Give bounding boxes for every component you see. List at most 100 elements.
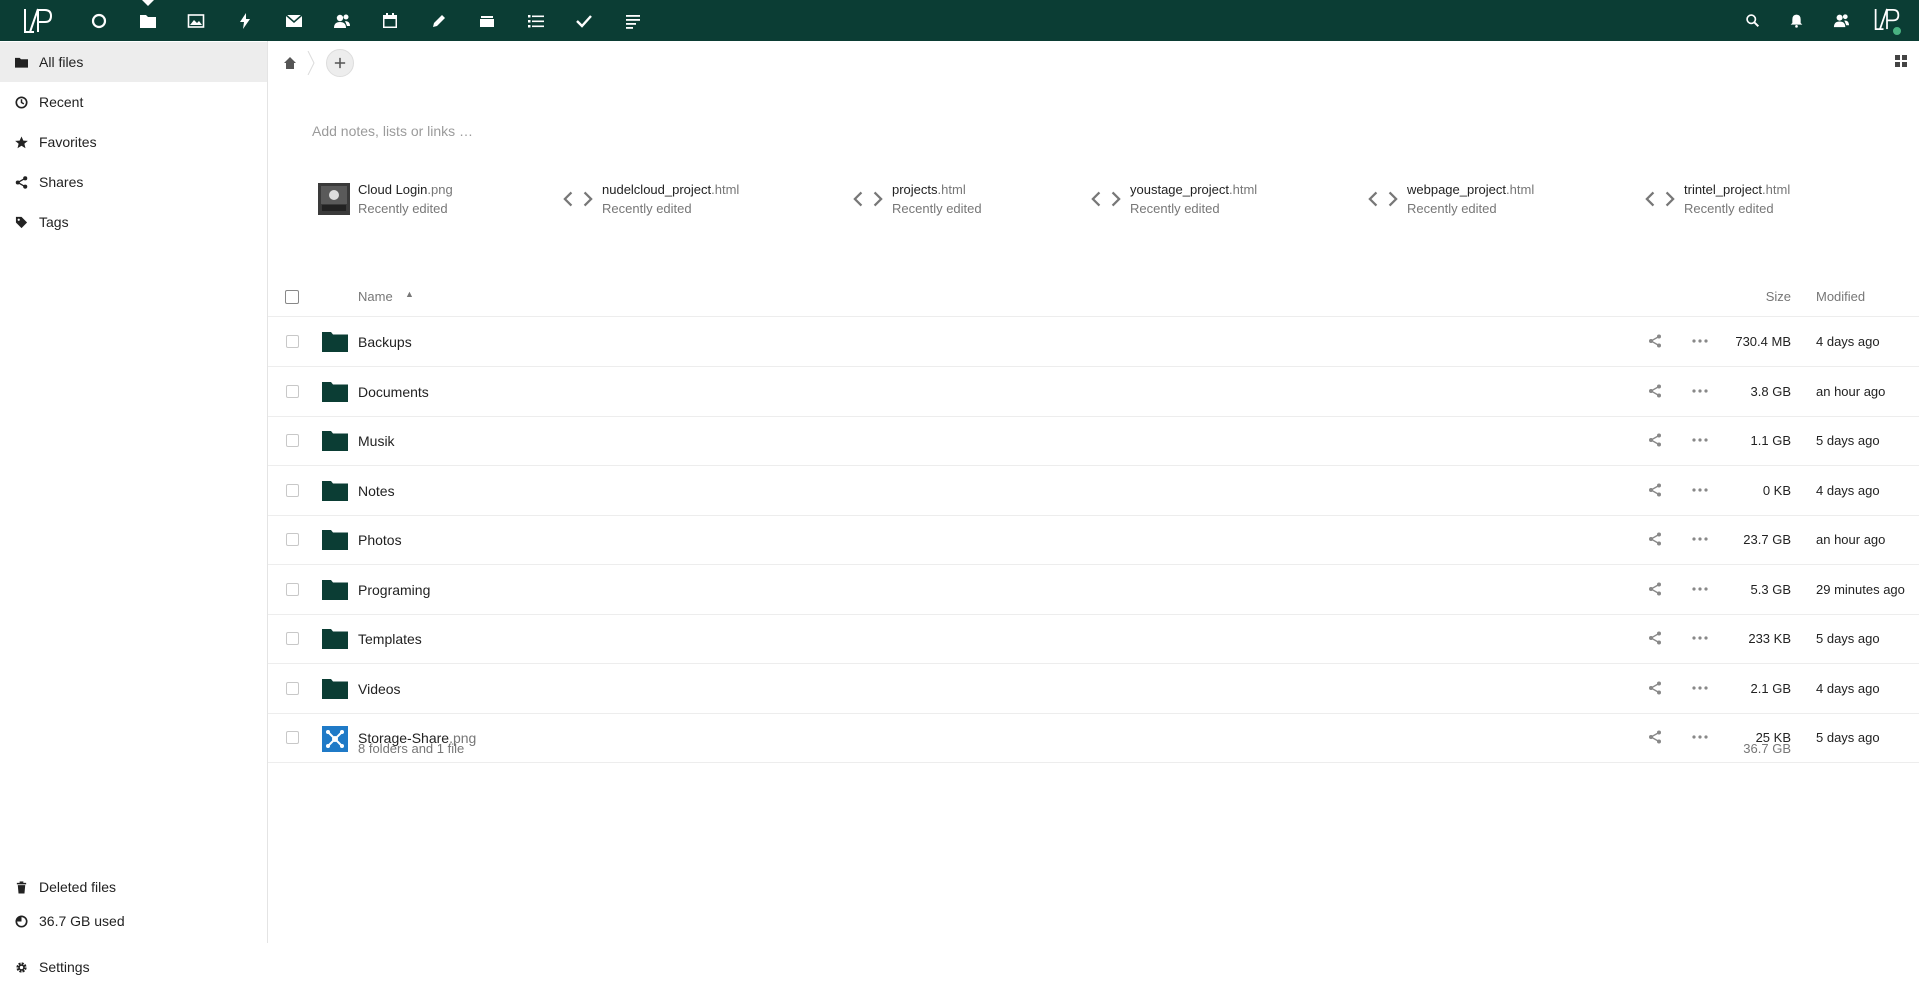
row-checkbox[interactable]	[286, 632, 299, 645]
share-icon[interactable]	[1648, 433, 1664, 449]
row-checkbox[interactable]	[286, 533, 299, 546]
more-actions-icon[interactable]	[1691, 730, 1709, 746]
table-row[interactable]: Videos 2.1 GB 4 days ago	[268, 665, 1919, 714]
recent-file[interactable]: Cloud Login.png Recently edited	[318, 169, 453, 229]
recent-file[interactable]: nudelcloud_project.html Recently edited	[562, 169, 739, 229]
file-name[interactable]: Videos	[358, 681, 401, 697]
row-checkbox[interactable]	[286, 681, 299, 695]
file-name[interactable]: Notes	[358, 483, 395, 499]
home-icon[interactable]	[280, 53, 300, 73]
contacts-menu-icon[interactable]	[1821, 0, 1861, 41]
more-actions-icon[interactable]	[1691, 582, 1709, 598]
user-avatar[interactable]	[1873, 7, 1903, 37]
file-modified: an hour ago	[1816, 532, 1886, 547]
activity-app-icon[interactable]	[225, 0, 265, 41]
sidebar-item-shares[interactable]: Shares	[0, 162, 267, 202]
share-icon[interactable]	[1648, 730, 1664, 746]
file-modified: an hour ago	[1816, 383, 1886, 399]
name-column-header[interactable]: Name	[358, 289, 393, 304]
new-button[interactable]	[326, 49, 354, 77]
share-icon[interactable]	[1648, 631, 1664, 647]
folder-icon	[14, 55, 28, 69]
recent-file-ext: .html	[1229, 182, 1258, 197]
more-actions-icon[interactable]	[1691, 483, 1709, 499]
file-modified: 5 days ago	[1816, 730, 1880, 745]
row-checkbox[interactable]	[286, 384, 299, 398]
row-checkbox[interactable]	[286, 434, 299, 447]
text-app-icon[interactable]	[613, 0, 653, 41]
more-actions-icon[interactable]	[1691, 681, 1709, 697]
sidebar-item-recent[interactable]: Recent	[0, 82, 267, 122]
file-name[interactable]: Documents	[358, 384, 429, 400]
table-row[interactable]: Notes 0 KB 4 days ago	[268, 467, 1919, 516]
dashboard-app-icon[interactable]	[79, 0, 119, 41]
recent-file[interactable]: projects.html Recently edited	[852, 169, 982, 229]
folder-icon	[322, 578, 348, 602]
row-checkbox[interactable]	[286, 335, 299, 348]
more-actions-icon[interactable]	[1691, 384, 1709, 400]
share-icon[interactable]	[1648, 334, 1664, 350]
table-row[interactable]: Photos 23.7 GB an hour ago	[268, 516, 1919, 565]
row-checkbox[interactable]	[286, 731, 299, 744]
table-row[interactable]: Storage-Share.png 25 KB 5 days ago	[268, 714, 1919, 763]
sidebar-item-tags[interactable]: Tags	[0, 202, 267, 242]
more-actions-icon[interactable]	[1691, 532, 1709, 548]
file-name[interactable]: Photos	[358, 532, 402, 548]
breadcrumb-separator	[306, 50, 316, 76]
notes-app-icon[interactable]	[419, 0, 459, 41]
bell-icon[interactable]	[1776, 0, 1816, 41]
recent-file[interactable]: webpage_project.html Recently edited	[1367, 169, 1534, 229]
sidebar-item-favorites[interactable]: Favorites	[0, 122, 267, 162]
checklist-app-icon[interactable]	[564, 0, 604, 41]
more-actions-icon[interactable]	[1691, 334, 1709, 350]
notes-input[interactable]: Add notes, lists or links …	[312, 123, 473, 139]
share-icon[interactable]	[1648, 532, 1664, 548]
recent-file-name: youstage_project	[1130, 182, 1230, 197]
sidebar-item-settings[interactable]: Settings	[0, 947, 267, 987]
sidebar-item-all-files[interactable]: All files	[0, 42, 267, 82]
file-base-name: Photos	[358, 532, 402, 548]
row-checkbox[interactable]	[286, 582, 299, 596]
folder-icon	[322, 528, 348, 552]
recent-files-bar: Cloud Login.png Recently edited nudelclo…	[268, 169, 1919, 239]
file-name[interactable]: Musik	[358, 433, 395, 449]
modified-column-header[interactable]: Modified	[1816, 289, 1865, 304]
sidebar-item-label: All files	[39, 54, 84, 70]
file-base-name: Documents	[358, 383, 429, 400]
recent-file[interactable]: youstage_project.html Recently edited	[1090, 169, 1257, 229]
row-checkbox[interactable]	[286, 483, 299, 497]
share-icon[interactable]	[1648, 483, 1664, 499]
sidebar-item-label: Favorites	[39, 134, 97, 150]
table-row[interactable]: Templates 233 KB 5 days ago	[268, 615, 1919, 664]
contacts-app-icon[interactable]	[322, 0, 362, 41]
select-all-checkbox[interactable]	[285, 290, 299, 304]
files-app-icon[interactable]	[128, 0, 168, 41]
tasks-app-icon[interactable]	[516, 0, 556, 41]
file-name[interactable]: Templates	[358, 631, 422, 647]
share-icon[interactable]	[1648, 384, 1664, 400]
file-base-name: Backups	[358, 334, 412, 350]
more-actions-icon[interactable]	[1691, 631, 1709, 647]
recent-file[interactable]: trintel_project.html Recently edited	[1644, 169, 1790, 229]
top-bar	[0, 0, 1919, 41]
size-column-header[interactable]: Size	[1747, 289, 1791, 304]
file-name[interactable]: Backups	[358, 334, 412, 350]
recent-file-ext: .html	[1506, 182, 1535, 197]
grid-view-icon[interactable]	[1893, 53, 1909, 69]
deck-app-icon[interactable]	[467, 0, 507, 41]
star-icon	[14, 135, 28, 149]
mail-app-icon[interactable]	[274, 0, 314, 41]
table-row[interactable]: Documents 3.8 GB an hour ago	[268, 368, 1919, 417]
logo-icon[interactable]	[22, 7, 54, 34]
file-modified: 5 days ago	[1816, 433, 1880, 448]
file-name[interactable]: Programing	[358, 582, 430, 598]
table-row[interactable]: Backups 730.4 MB 4 days ago	[268, 318, 1919, 367]
table-row[interactable]: Musik 1.1 GB 5 days ago	[268, 417, 1919, 466]
search-icon[interactable]	[1732, 0, 1772, 41]
more-actions-icon[interactable]	[1691, 433, 1709, 449]
share-icon[interactable]	[1648, 582, 1664, 598]
table-row[interactable]: Programing 5.3 GB 29 minutes ago	[268, 566, 1919, 615]
calendar-app-icon[interactable]	[370, 0, 410, 41]
photos-app-icon[interactable]	[176, 0, 216, 41]
share-icon[interactable]	[1648, 681, 1664, 697]
